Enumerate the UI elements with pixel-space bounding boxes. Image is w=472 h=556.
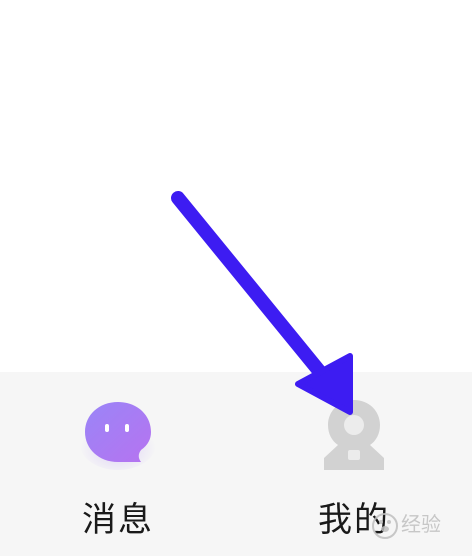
chat-bubble-icon	[78, 394, 158, 474]
paw-logo-icon	[372, 512, 398, 539]
watermark-text: 经验	[401, 512, 441, 536]
tab-messages-label: 消息	[82, 500, 154, 540]
main-content-area	[0, 0, 472, 372]
profile-person-icon	[314, 394, 394, 474]
tab-messages[interactable]: 消息	[0, 372, 236, 556]
watermark: 经验	[372, 508, 441, 539]
